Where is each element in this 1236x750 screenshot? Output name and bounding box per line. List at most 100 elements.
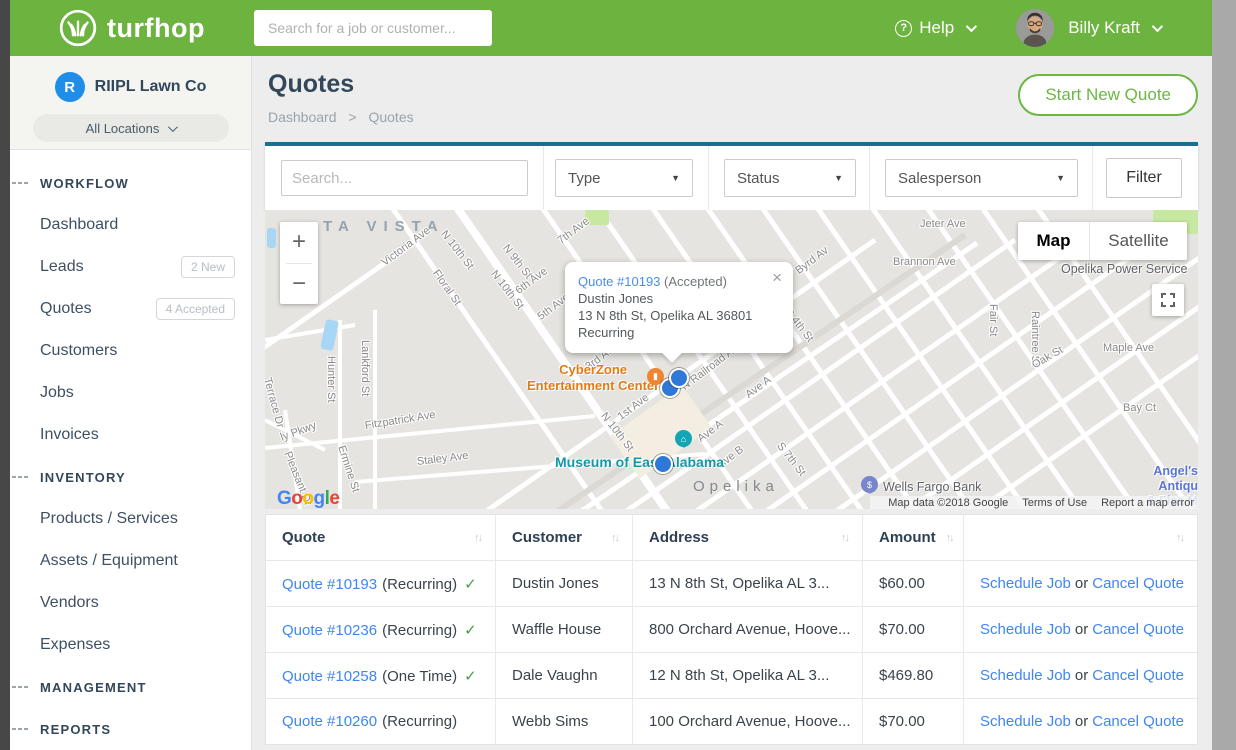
schedule-job-link[interactable]: Schedule Job	[980, 667, 1071, 684]
quotes-search-input[interactable]	[281, 160, 528, 196]
locations-selector[interactable]: All Locations	[33, 114, 229, 142]
sidebar-item-jobs[interactable]: Jobs	[10, 372, 251, 414]
breadcrumb-quotes: Quotes	[368, 109, 413, 125]
table-row: Quote #10236(Recurring)✓Waffle House800 …	[266, 606, 1197, 652]
global-search-input[interactable]	[254, 10, 492, 46]
map-canvas[interactable]: TA VISTAVictoria AveFloral StN 10th StN …	[265, 210, 1198, 509]
quote-amount: $60.00	[879, 575, 925, 592]
or-text: or	[1075, 621, 1088, 638]
quote-link[interactable]: Quote #10236	[282, 622, 377, 639]
report-map-error-link[interactable]: Report a map error	[1101, 497, 1194, 509]
section-dashes-icon	[12, 686, 32, 688]
table-row: Quote #10193(Recurring)✓Dustin Jones13 N…	[266, 560, 1197, 606]
salesperson-select-value: Salesperson	[898, 170, 981, 187]
sidebar-item-expenses[interactable]: Expenses	[10, 624, 251, 666]
customer-name: Webb Sims	[512, 713, 588, 730]
quote-map-marker[interactable]	[669, 368, 689, 388]
zoom-out-button[interactable]: −	[280, 264, 318, 305]
user-menu-chevron-icon[interactable]	[1152, 21, 1163, 32]
sidebar-item-label: Quotes	[40, 300, 92, 318]
sidebar-item-leads[interactable]: Leads 2 New	[10, 246, 251, 288]
close-icon[interactable]: ×	[772, 271, 782, 285]
window-scrollbar-area[interactable]	[1212, 0, 1236, 750]
sidebar-item-vendors[interactable]: Vendors	[10, 582, 251, 624]
avatar-photo	[1016, 9, 1054, 47]
sidebar-item-dashboard[interactable]: Dashboard	[10, 204, 251, 246]
status-badge: 4 Accepted	[156, 298, 235, 320]
section-label: INVENTORY	[40, 470, 126, 485]
help-menu[interactable]: ? Help	[895, 18, 974, 38]
or-text: or	[1075, 667, 1088, 684]
map-type-map-button[interactable]: Map	[1018, 222, 1090, 260]
info-quote-status: (Accepted)	[664, 274, 727, 289]
table-row: Quote #10258(One Time)✓Dale Vaughn12 N 8…	[266, 652, 1197, 698]
select-caret-icon: ▼	[834, 173, 843, 183]
info-frequency: Recurring	[578, 324, 780, 341]
schedule-job-link[interactable]: Schedule Job	[980, 713, 1071, 730]
section-label: MANAGEMENT	[40, 680, 147, 695]
type-select[interactable]: Type ▼	[555, 159, 693, 197]
status-badge: 2 New	[181, 256, 235, 278]
customer-name: Waffle House	[512, 621, 601, 638]
map-attribution: Map data ©2018 Google Terms of Use Repor…	[870, 496, 1198, 509]
company-logo: R	[55, 72, 85, 102]
table-row: Quote #10260(Recurring)Webb Sims100 Orch…	[266, 698, 1197, 744]
quote-amount: $70.00	[879, 713, 925, 730]
chevron-down-icon	[966, 21, 977, 32]
sort-icon[interactable]: ↑↓	[946, 532, 953, 544]
cancel-quote-link[interactable]: Cancel Quote	[1092, 667, 1184, 684]
sidebar-item-invoices[interactable]: Invoices	[10, 414, 251, 456]
col-header-amount[interactable]: Amount	[879, 529, 936, 546]
start-new-quote-button[interactable]: Start New Quote	[1018, 74, 1198, 116]
map-type-satellite-button[interactable]: Satellite	[1090, 222, 1187, 260]
status-select[interactable]: Status ▼	[724, 159, 856, 197]
user-name[interactable]: Billy Kraft	[1068, 18, 1140, 38]
breadcrumb-dashboard[interactable]: Dashboard	[268, 109, 337, 125]
schedule-job-link[interactable]: Schedule Job	[980, 621, 1071, 638]
filter-button[interactable]: Filter	[1106, 158, 1182, 198]
info-quote-link[interactable]: Quote #10193	[578, 274, 660, 289]
col-header-quote[interactable]: Quote	[282, 529, 325, 546]
chevron-down-icon	[168, 122, 178, 132]
sidebar-item-customers[interactable]: Customers	[10, 330, 251, 372]
museum-pin-icon[interactable]: ⌂	[675, 430, 692, 447]
company-block: R RIIPL Lawn Co All Locations	[10, 56, 251, 150]
locations-label: All Locations	[86, 121, 160, 136]
schedule-job-link[interactable]: Schedule Job	[980, 575, 1071, 592]
bank-pin-icon[interactable]: $	[861, 476, 878, 493]
customer-name: Dale Vaughn	[512, 667, 598, 684]
map-info-window: × Quote #10193 (Accepted) Dustin Jones 1…	[565, 262, 793, 353]
sidebar-item-label: Products / Services	[40, 510, 178, 528]
sidebar-item-assets-equipment[interactable]: Assets / Equipment	[10, 540, 251, 582]
user-avatar[interactable]	[1016, 9, 1054, 47]
map-zoom-control: + −	[280, 222, 318, 304]
section-dashes-icon	[12, 728, 32, 730]
quote-link[interactable]: Quote #10260	[282, 713, 377, 730]
google-logo[interactable]: Google	[277, 488, 339, 509]
map-water-area	[267, 228, 276, 248]
quote-link[interactable]: Quote #10258	[282, 668, 377, 685]
sort-icon[interactable]: ↑↓	[611, 532, 618, 544]
sort-icon[interactable]: ↑↓	[841, 532, 848, 544]
sort-icon[interactable]: ↑↓	[1176, 532, 1183, 544]
sidebar-item-quotes[interactable]: Quotes 4 Accepted	[10, 288, 251, 330]
col-header-address[interactable]: Address	[649, 529, 709, 546]
sidebar-item-label: Leads	[40, 258, 84, 276]
turfhop-logo[interactable]: turfhop	[58, 8, 205, 48]
sidebar-item-label: Vendors	[40, 594, 99, 612]
cancel-quote-link[interactable]: Cancel Quote	[1092, 621, 1184, 638]
salesperson-select[interactable]: Salesperson ▼	[885, 159, 1078, 197]
sidebar-item-products-services[interactable]: Products / Services	[10, 498, 251, 540]
quote-type: (One Time)	[382, 668, 457, 685]
terms-of-use-link[interactable]: Terms of Use	[1022, 497, 1087, 509]
info-customer: Dustin Jones	[578, 290, 780, 307]
fullscreen-button[interactable]	[1152, 284, 1184, 316]
cancel-quote-link[interactable]: Cancel Quote	[1092, 575, 1184, 592]
zoom-in-button[interactable]: +	[280, 222, 318, 263]
sort-icon[interactable]: ↑↓	[474, 532, 481, 544]
col-header-customer[interactable]: Customer	[512, 529, 582, 546]
quote-link[interactable]: Quote #10193	[282, 576, 377, 593]
sidebar-item-label: Expenses	[40, 636, 110, 654]
quote-map-marker[interactable]	[653, 454, 673, 474]
cancel-quote-link[interactable]: Cancel Quote	[1092, 713, 1184, 730]
